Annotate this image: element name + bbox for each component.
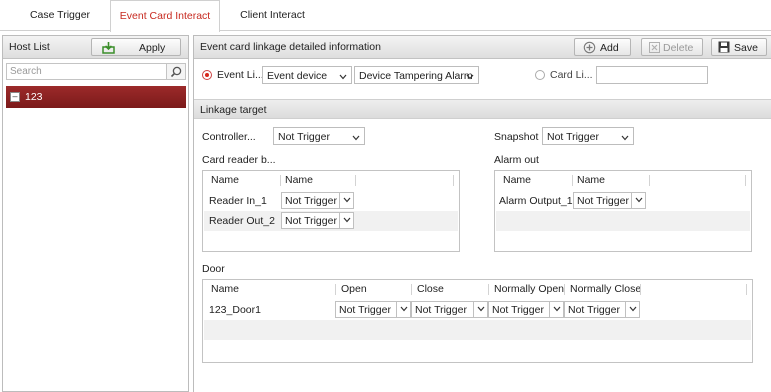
add-label: Add: [600, 42, 619, 54]
linkage-detail-panel: Event card linkage detailed information …: [193, 35, 771, 392]
door-col-name: Name: [211, 283, 240, 295]
tab-client-interact[interactable]: Client Interact: [230, 0, 315, 31]
tab-bar: Case Trigger Event Card Interact Client …: [0, 0, 771, 32]
chevron-down-icon: [625, 302, 639, 317]
card-reader-label: Card reader b...: [202, 154, 276, 166]
alarm-out-label: Alarm out: [494, 154, 539, 166]
linkage-detail-header: Event card linkage detailed information …: [194, 36, 771, 59]
door-close-value: Not Trigger: [415, 304, 467, 316]
door-open-value: Not Trigger: [339, 304, 391, 316]
table-row-empty: [204, 320, 751, 340]
event-source-select[interactable]: Event device: [262, 66, 352, 84]
alarm-out-col-value: Name: [577, 174, 606, 186]
apply-icon: [102, 41, 115, 57]
event-type-value: Device Tampering Alarm: [359, 70, 473, 82]
snapshot-label: Snapshot: [494, 131, 539, 143]
chevron-down-icon: [339, 71, 347, 83]
snapshot-select[interactable]: Not Trigger: [542, 127, 634, 145]
chevron-down-icon: [473, 302, 487, 317]
door-col-close: Close: [417, 283, 444, 295]
linkage-target-title: Linkage target: [200, 104, 267, 116]
door-col-open: Open: [341, 283, 367, 295]
search-button[interactable]: [167, 63, 186, 80]
search-input[interactable]: [6, 63, 167, 80]
apply-label: Apply: [139, 42, 166, 54]
door-table: Name Open Close Normally Open Normally C…: [202, 279, 753, 363]
reader-name: Reader Out_2: [209, 215, 275, 227]
card-linkage-label: Card Li...: [550, 69, 593, 81]
controller-label: Controller...: [202, 131, 256, 143]
snapshot-value: Not Trigger: [547, 131, 599, 143]
door-normally-close-select[interactable]: Not Trigger: [564, 301, 640, 318]
card-number-input[interactable]: [596, 66, 708, 84]
controller-value: Not Trigger: [278, 131, 330, 143]
table-row: Alarm Output_1 Not Trigger: [496, 191, 750, 211]
reader-trigger-value: Not Trigger: [285, 215, 337, 227]
tab-event-card-interact[interactable]: Event Card Interact: [110, 0, 220, 32]
chevron-down-icon: [631, 193, 645, 208]
alarm-output-trigger-select[interactable]: Not Trigger: [573, 192, 646, 209]
door-label: Door: [202, 263, 225, 275]
card-linkage-radio[interactable]: [535, 70, 545, 80]
chevron-down-icon: [466, 71, 474, 83]
door-close-select[interactable]: Not Trigger: [411, 301, 488, 318]
table-row: Reader In_1 Not Trigger: [204, 191, 458, 211]
search-row: [6, 63, 186, 80]
chevron-down-icon: [352, 132, 360, 144]
chevron-down-icon: [621, 132, 629, 144]
reader-trigger-select[interactable]: Not Trigger: [281, 192, 354, 209]
door-col-normally-open: Normally Open: [494, 283, 565, 295]
collapse-icon[interactable]: –: [10, 92, 20, 102]
delete-label: Delete: [663, 42, 694, 54]
chevron-down-icon: [339, 193, 353, 208]
linkage-detail-title: Event card linkage detailed information: [200, 41, 381, 53]
chevron-down-icon: [396, 302, 410, 317]
save-label: Save: [734, 42, 758, 54]
table-row: 123_Door1 Not Trigger Not Trigger Not Tr…: [204, 300, 751, 320]
host-list-title: Host List: [9, 41, 50, 53]
event-linkage-radio[interactable]: [202, 70, 212, 80]
add-button[interactable]: Add: [574, 38, 631, 56]
card-reader-col-name: Name: [211, 174, 240, 186]
host-list-header: Host List Apply: [3, 36, 188, 59]
alarm-output-trigger-value: Not Trigger: [577, 195, 629, 207]
tab-case-trigger[interactable]: Case Trigger: [20, 0, 100, 31]
controller-select[interactable]: Not Trigger: [273, 127, 365, 145]
delete-button[interactable]: Delete: [641, 38, 703, 56]
table-row: Reader Out_2 Not Trigger: [204, 211, 458, 231]
event-linkage-label: Event Li...: [217, 69, 264, 81]
door-normally-open-value: Not Trigger: [492, 304, 544, 316]
door-name: 123_Door1: [209, 304, 261, 316]
apply-button[interactable]: Apply: [91, 38, 181, 56]
host-item[interactable]: – 123: [6, 86, 186, 108]
table-row-empty: [496, 211, 750, 231]
event-source-value: Event device: [267, 70, 328, 82]
alarm-out-table: Name Name Alarm Output_1 Not Trigger: [494, 170, 752, 252]
alarm-out-col-name: Name: [503, 174, 532, 186]
card-reader-col-value: Name: [285, 174, 314, 186]
card-reader-table: Name Name Reader In_1 Not Trigger Reader…: [202, 170, 460, 252]
event-type-select[interactable]: Device Tampering Alarm: [354, 66, 479, 84]
chevron-down-icon: [549, 302, 563, 317]
alarm-output-name: Alarm Output_1: [499, 195, 573, 207]
door-normally-close-value: Not Trigger: [568, 304, 620, 316]
reader-name: Reader In_1: [209, 195, 267, 207]
reader-trigger-value: Not Trigger: [285, 195, 337, 207]
host-item-label: 123: [25, 91, 43, 103]
door-normally-open-select[interactable]: Not Trigger: [488, 301, 564, 318]
chevron-down-icon: [339, 213, 353, 228]
door-open-select[interactable]: Not Trigger: [335, 301, 411, 318]
linkage-target-bar: Linkage target: [194, 99, 771, 119]
door-col-normally-close: Normally Close: [570, 283, 642, 295]
save-button[interactable]: Save: [711, 38, 767, 56]
host-list-panel: Host List Apply – 123: [2, 35, 189, 392]
reader-trigger-select[interactable]: Not Trigger: [281, 212, 354, 229]
